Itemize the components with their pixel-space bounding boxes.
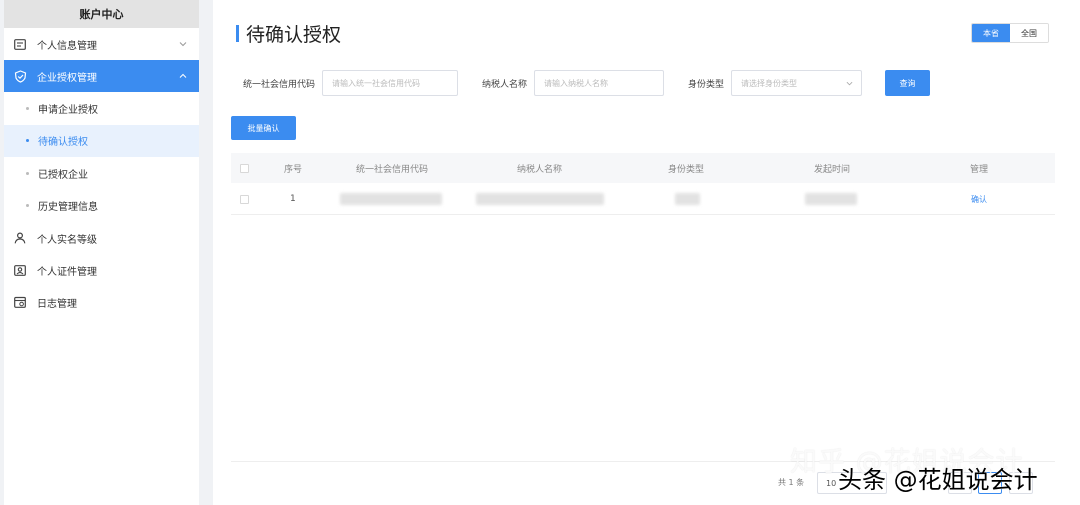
scope-toggle: 本省 全国 (971, 23, 1049, 43)
bullet-dot (26, 171, 29, 175)
sidebar-subitem-label: 待确认授权 (38, 137, 88, 149)
table-row: 1 确认 (231, 184, 1055, 215)
scope-province-button[interactable]: 本省 (972, 24, 1010, 42)
sidebar-subitem-apply-auth[interactable]: 申请企业授权 (4, 92, 199, 125)
user-icon (13, 231, 27, 245)
title-accent-bar (236, 25, 239, 42)
sidebar-subitem-label: 历史管理信息 (38, 202, 98, 214)
credit-code-placeholder: 请输入统一社会信用代码 (332, 78, 420, 88)
redacted-identity-type (675, 184, 700, 214)
page-size-value: 10 (826, 478, 837, 488)
batch-confirm-button[interactable]: 批量确认 (231, 116, 296, 140)
chevron-up-icon (179, 73, 187, 78)
sidebar-subitem-pending-auth[interactable]: 待确认授权 (4, 124, 199, 157)
confirm-link[interactable]: 确认 (971, 194, 987, 205)
chevron-down-icon (179, 42, 187, 47)
sidebar-item-label: 个人证件管理 (37, 266, 97, 278)
row-checkbox[interactable] (240, 194, 249, 204)
taxpayer-name-placeholder: 请输入纳税人名称 (544, 78, 608, 88)
id-photo-icon (13, 263, 27, 277)
shield-check-icon (13, 69, 27, 83)
sidebar-title: 账户中心 (4, 0, 199, 28)
sidebar-subitem-authorized-enterprises[interactable]: 已授权企业 (4, 157, 199, 190)
sidebar-subitem-history[interactable]: 历史管理信息 (4, 190, 199, 223)
query-button[interactable]: 查询 (885, 70, 930, 96)
scope-national-button[interactable]: 全国 (1010, 24, 1048, 42)
redacted-start-time (805, 184, 857, 214)
sidebar-item-label: 个人信息管理 (37, 40, 97, 52)
identity-type-label: 身份类型 (688, 80, 725, 90)
redacted-credit-code (340, 184, 442, 214)
bullet-dot (26, 106, 29, 110)
select-all-checkbox[interactable] (240, 163, 249, 173)
column-header-start-time: 发起时间 (814, 164, 851, 175)
sidebar-item-logs[interactable]: 日志管理 (4, 286, 199, 318)
table-header: 序号 统一社会信用代码 纳税人名称 身份类型 发起时间 管理 (231, 153, 1055, 183)
credit-code-input[interactable]: 请输入统一社会信用代码 (322, 70, 458, 96)
sidebar: 账户中心 个人信息管理 企业授权管理 申请企业授权 待确认授权 已授权企业 历史… (4, 0, 199, 505)
column-header-taxpayer-name: 纳税人名称 (517, 164, 563, 175)
identity-type-select[interactable]: 请选择身份类型 (731, 70, 862, 96)
bullet-dot (26, 139, 29, 143)
sidebar-subitem-label: 已授权企业 (38, 169, 88, 181)
sidebar-item-label: 日志管理 (37, 298, 77, 310)
sidebar-item-enterprise-auth[interactable]: 企业授权管理 (4, 60, 199, 92)
row-index: 1 (290, 194, 296, 204)
sidebar-item-id-docs[interactable]: 个人证件管理 (4, 254, 199, 286)
taxpayer-name-label: 纳税人名称 (482, 80, 528, 90)
sidebar-item-label: 企业授权管理 (37, 72, 97, 84)
sidebar-item-real-name-level[interactable]: 个人实名等级 (4, 222, 199, 254)
identity-type-placeholder: 请选择身份类型 (741, 78, 797, 88)
sidebar-subitem-label: 申请企业授权 (38, 104, 98, 116)
main-panel: 待确认授权 本省 全国 统一社会信用代码 请输入统一社会信用代码 纳税人名称 请… (213, 0, 1080, 505)
watermark-toutiao: 头条 @花姐说会计 (838, 466, 1038, 495)
bullet-dot (26, 204, 29, 208)
log-calendar-icon (13, 295, 27, 309)
chevron-down-icon (846, 81, 853, 86)
credit-code-label: 统一社会信用代码 (243, 80, 316, 90)
column-header-index: 序号 (284, 164, 303, 175)
sidebar-item-personal-info[interactable]: 个人信息管理 (4, 28, 199, 60)
taxpayer-name-input[interactable]: 请输入纳税人名称 (534, 70, 664, 96)
column-header-credit-code: 统一社会信用代码 (356, 164, 429, 175)
sidebar-item-label: 个人实名等级 (37, 234, 97, 246)
id-card-icon (13, 37, 27, 51)
page-title: 待确认授权 (246, 24, 342, 46)
column-header-identity-type: 身份类型 (668, 164, 705, 175)
column-header-manage: 管理 (970, 164, 989, 175)
redacted-taxpayer-name (476, 184, 604, 214)
